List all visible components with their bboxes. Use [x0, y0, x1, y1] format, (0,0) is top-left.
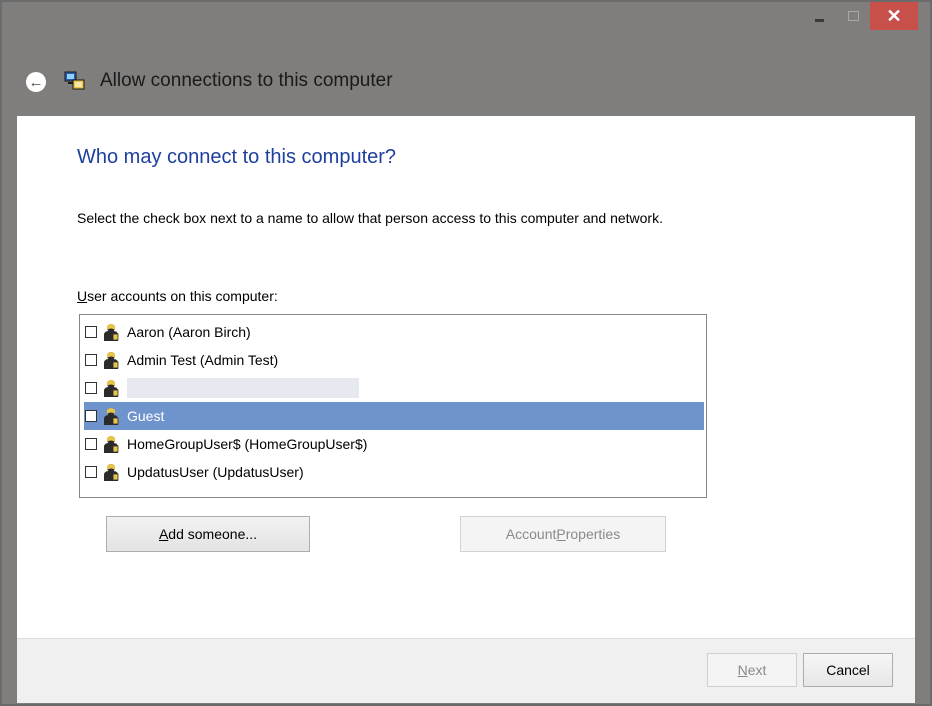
props-button-label-rest: roperties [565, 526, 621, 542]
page-heading: Who may connect to this computer? [77, 146, 397, 168]
close-icon: ✕ [886, 5, 902, 26]
maximize-icon [847, 11, 859, 21]
user-list-item[interactable]: Guest [84, 402, 704, 430]
user-list-item[interactable]: Aaron (Aaron Birch) [84, 318, 704, 346]
back-button[interactable]: ← [26, 72, 46, 92]
window-title: Allow connections to this computer [100, 70, 393, 91]
user-list-item[interactable]: UpdatusUser (UpdatusUser) [84, 458, 704, 486]
title-bar: ✕ [2, 2, 930, 48]
network-computer-icon [64, 71, 85, 90]
add-button-label: dd someone... [168, 526, 258, 542]
footer-bar: Next Cancel [17, 638, 915, 703]
user-checkbox[interactable] [85, 326, 97, 338]
user-checkbox[interactable] [85, 410, 97, 422]
minimize-button[interactable] [802, 2, 836, 30]
user-checkbox[interactable] [85, 382, 97, 394]
list-label-text: ser accounts on this computer: [87, 288, 278, 304]
user-list-label: User accounts on this computer: [77, 288, 278, 304]
props-button-label-pre: Account [505, 526, 557, 542]
add-button-accelerator: A [158, 526, 169, 542]
cancel-button[interactable]: Cancel [803, 653, 893, 687]
dialog-window: ✕ ← Allow connections to this computer W… [0, 0, 932, 706]
next-button[interactable]: Next [707, 653, 797, 687]
back-arrow-icon: ← [28, 73, 44, 91]
user-name: HomeGroupUser$ (HomeGroupUser$) [127, 436, 368, 452]
list-label-accelerator: U [77, 288, 88, 304]
content-panel: Who may connect to this computer? Select… [17, 116, 915, 638]
user-name: Aaron (Aaron Birch) [127, 324, 251, 340]
user-account-icon [104, 408, 119, 425]
next-button-label: ext [747, 662, 767, 678]
minimize-icon [814, 18, 824, 22]
next-button-accelerator: N [737, 662, 748, 678]
user-checkbox[interactable] [85, 354, 97, 366]
cancel-button-label: Cancel [826, 662, 870, 678]
user-name: Guest [127, 408, 165, 424]
user-checkbox[interactable] [85, 438, 97, 450]
user-accounts-listbox[interactable]: Aaron (Aaron Birch) Admin Test (Admin Tes… [79, 314, 707, 498]
user-name: UpdatusUser (UpdatusUser) [127, 464, 304, 480]
user-account-icon [104, 380, 119, 397]
user-list-item[interactable]: HomeGroupUser$ (HomeGroupUser$) [84, 430, 704, 458]
user-account-icon [104, 436, 119, 453]
instruction-text: Select the check box next to a name to a… [77, 210, 663, 226]
user-list-item[interactable]: Admin Test (Admin Test) [84, 346, 704, 374]
account-properties-button[interactable]: Account Properties [460, 516, 666, 552]
user-checkbox[interactable] [85, 466, 97, 478]
user-account-icon [104, 464, 119, 481]
redacted-user-name [127, 378, 359, 398]
props-button-accelerator: P [556, 526, 566, 542]
add-someone-button[interactable]: Add someone... [106, 516, 310, 552]
close-button[interactable]: ✕ [870, 2, 918, 30]
user-name: Admin Test (Admin Test) [127, 352, 279, 368]
navigation-bar: ← Allow connections to this computer [2, 48, 930, 116]
user-account-icon [104, 324, 119, 341]
user-account-icon [104, 352, 119, 369]
user-list-item[interactable] [84, 374, 704, 402]
maximize-button[interactable] [836, 2, 870, 30]
